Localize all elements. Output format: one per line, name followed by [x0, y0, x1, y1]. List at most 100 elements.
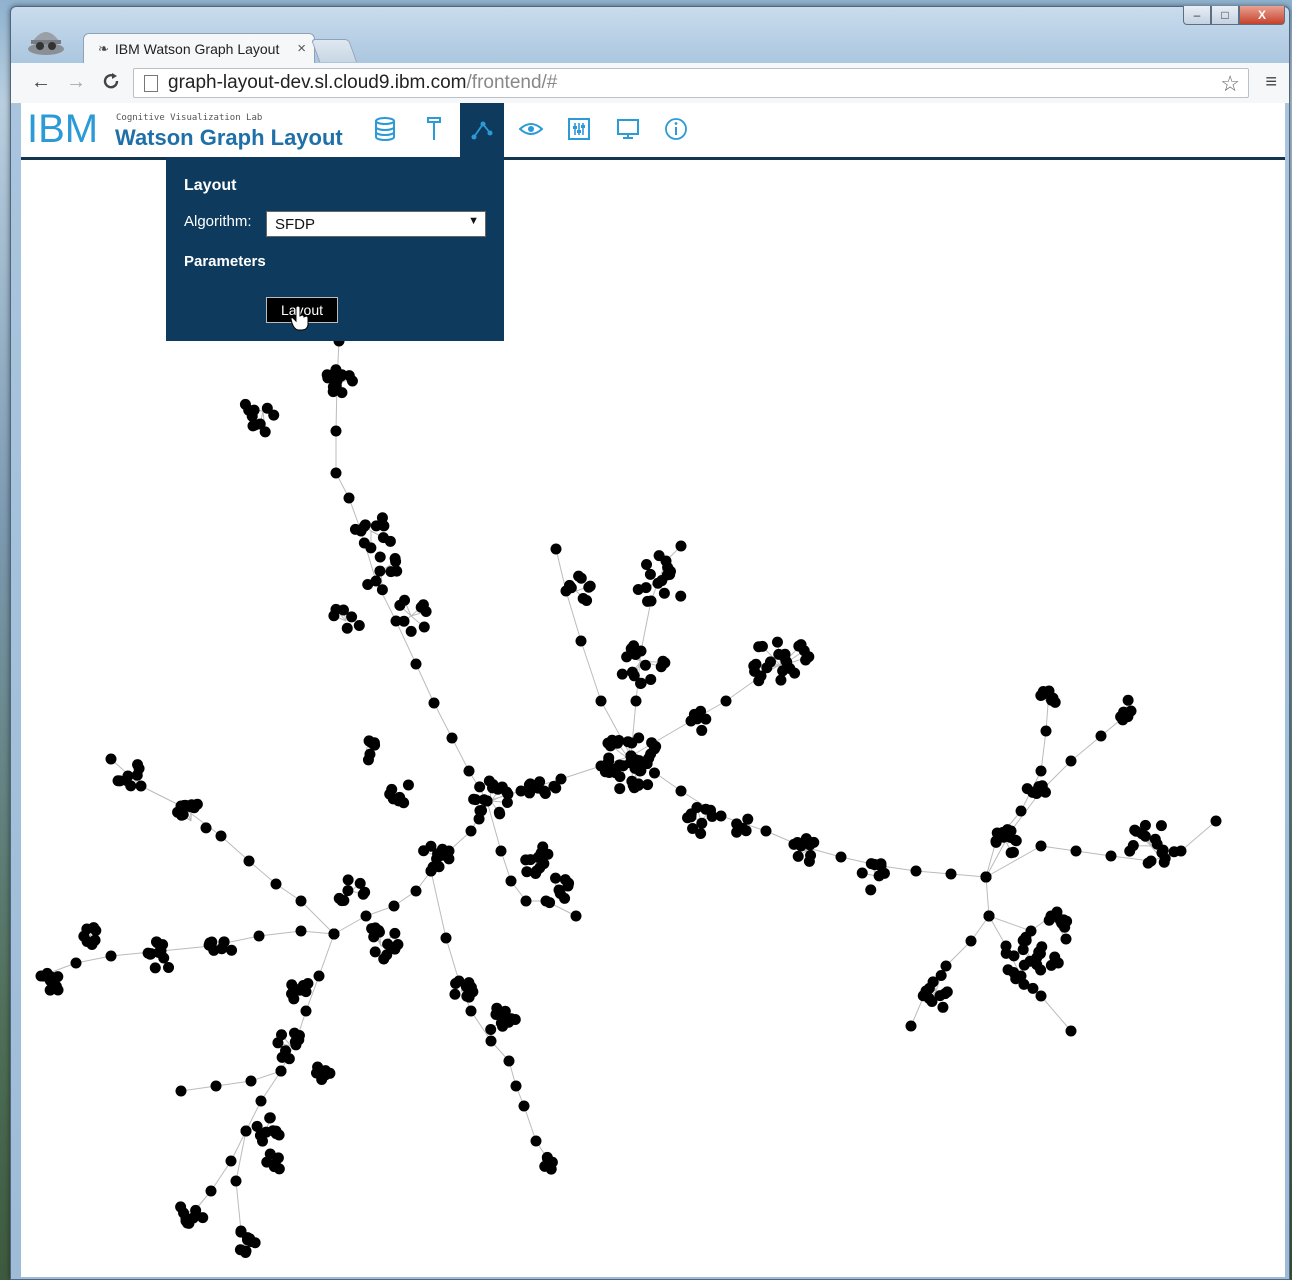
- graph-node[interactable]: [1018, 959, 1030, 971]
- graph-node[interactable]: [242, 1232, 254, 1244]
- graph-node[interactable]: [538, 785, 550, 797]
- info-button[interactable]: [654, 103, 698, 155]
- graph-node[interactable]: [658, 587, 670, 599]
- graph-node[interactable]: [275, 1065, 287, 1077]
- graph-node[interactable]: [338, 894, 350, 906]
- graph-node[interactable]: [548, 780, 560, 792]
- graph-node[interactable]: [150, 936, 162, 948]
- graph-node[interactable]: [1047, 692, 1059, 704]
- graph-node[interactable]: [1156, 847, 1168, 859]
- present-button[interactable]: [606, 103, 650, 155]
- graph-node[interactable]: [286, 988, 298, 1000]
- graph-node[interactable]: [520, 895, 532, 907]
- graph-node[interactable]: [1017, 935, 1029, 947]
- graph-node[interactable]: [251, 1120, 263, 1132]
- graph-node[interactable]: [1010, 973, 1022, 985]
- graph-node[interactable]: [418, 845, 430, 857]
- graph-node[interactable]: [218, 936, 230, 948]
- graph-node[interactable]: [685, 808, 697, 820]
- bookmark-star-icon[interactable]: ☆: [1220, 71, 1240, 97]
- graph-node[interactable]: [720, 695, 732, 707]
- graph-node[interactable]: [501, 796, 513, 808]
- graph-node[interactable]: [410, 885, 422, 897]
- graph-node[interactable]: [983, 910, 995, 922]
- graph-node[interactable]: [646, 737, 658, 749]
- graph-node[interactable]: [1040, 725, 1052, 737]
- graph-node[interactable]: [1035, 690, 1047, 702]
- graph-node[interactable]: [675, 540, 687, 552]
- graph-node[interactable]: [225, 1155, 237, 1167]
- graph-node[interactable]: [1210, 815, 1222, 827]
- graph-node[interactable]: [761, 662, 773, 674]
- graph-node[interactable]: [358, 520, 370, 532]
- graph-node[interactable]: [360, 910, 372, 922]
- graph-node[interactable]: [544, 897, 556, 909]
- graph-node[interactable]: [342, 874, 354, 886]
- graph-node[interactable]: [792, 850, 804, 862]
- graph-node[interactable]: [163, 962, 175, 974]
- graph-node[interactable]: [1122, 694, 1134, 706]
- graph-node[interactable]: [428, 697, 440, 709]
- new-tab-button[interactable]: [310, 39, 358, 62]
- graph-node[interactable]: [577, 592, 589, 604]
- graph-node[interactable]: [518, 1100, 530, 1112]
- graph-node[interactable]: [534, 862, 546, 874]
- graph-node[interactable]: [427, 861, 439, 873]
- graph-node[interactable]: [696, 817, 708, 829]
- graph-node[interactable]: [648, 767, 660, 779]
- layout-tab-button[interactable]: [460, 103, 504, 157]
- graph-node[interactable]: [613, 734, 625, 746]
- graph-node[interactable]: [534, 776, 546, 788]
- graph-node[interactable]: [795, 639, 807, 651]
- graph-node[interactable]: [499, 1005, 511, 1017]
- graph-node[interactable]: [856, 867, 868, 879]
- graph-node[interactable]: [320, 1065, 332, 1077]
- graph-node[interactable]: [450, 978, 462, 990]
- graph-node[interactable]: [503, 1055, 515, 1067]
- graph-node[interactable]: [465, 825, 477, 837]
- graph-node[interactable]: [492, 783, 504, 795]
- graph-node[interactable]: [865, 858, 877, 870]
- view-button[interactable]: [509, 103, 553, 155]
- graph-node[interactable]: [478, 794, 490, 806]
- graph-node[interactable]: [1155, 820, 1167, 832]
- graph-node[interactable]: [394, 599, 406, 611]
- graph-node[interactable]: [510, 1080, 522, 1092]
- graph-node[interactable]: [374, 565, 386, 577]
- graph-node[interactable]: [645, 673, 657, 685]
- graph-node[interactable]: [297, 980, 309, 992]
- graph-node[interactable]: [272, 1037, 284, 1049]
- graph-node[interactable]: [353, 620, 365, 632]
- graph-node[interactable]: [643, 752, 655, 764]
- graph-node[interactable]: [180, 799, 192, 811]
- graph-node[interactable]: [521, 866, 533, 878]
- graph-node[interactable]: [300, 1005, 312, 1017]
- graph-node[interactable]: [937, 1001, 949, 1013]
- graph-node[interactable]: [1065, 1025, 1077, 1037]
- graph-node[interactable]: [70, 957, 82, 969]
- graph-node[interactable]: [675, 785, 687, 797]
- graph-node[interactable]: [664, 569, 676, 581]
- graph-node[interactable]: [1035, 964, 1047, 976]
- graph-node[interactable]: [230, 1175, 242, 1187]
- graph-node[interactable]: [939, 988, 951, 1000]
- pin-button[interactable]: [412, 103, 456, 155]
- graph-node[interactable]: [691, 713, 703, 725]
- address-bar[interactable]: graph-layout-dev.sl.cloud9.ibm.com/front…: [133, 68, 1249, 98]
- graph-node[interactable]: [990, 836, 1002, 848]
- graph-node[interactable]: [534, 851, 546, 863]
- graph-node[interactable]: [564, 579, 576, 591]
- graph-node[interactable]: [267, 1125, 279, 1137]
- graph-node[interactable]: [369, 946, 381, 958]
- graph-node[interactable]: [642, 779, 654, 791]
- graph-node[interactable]: [410, 658, 422, 670]
- graph-node[interactable]: [706, 810, 718, 822]
- graph-node[interactable]: [387, 793, 399, 805]
- reload-icon[interactable]: [101, 71, 121, 97]
- graph-node[interactable]: [926, 995, 938, 1007]
- graph-node[interactable]: [384, 535, 396, 547]
- graph-node[interactable]: [391, 565, 403, 577]
- close-window-button[interactable]: X: [1239, 6, 1285, 25]
- graph-node[interactable]: [52, 984, 64, 996]
- graph-node[interactable]: [505, 875, 517, 887]
